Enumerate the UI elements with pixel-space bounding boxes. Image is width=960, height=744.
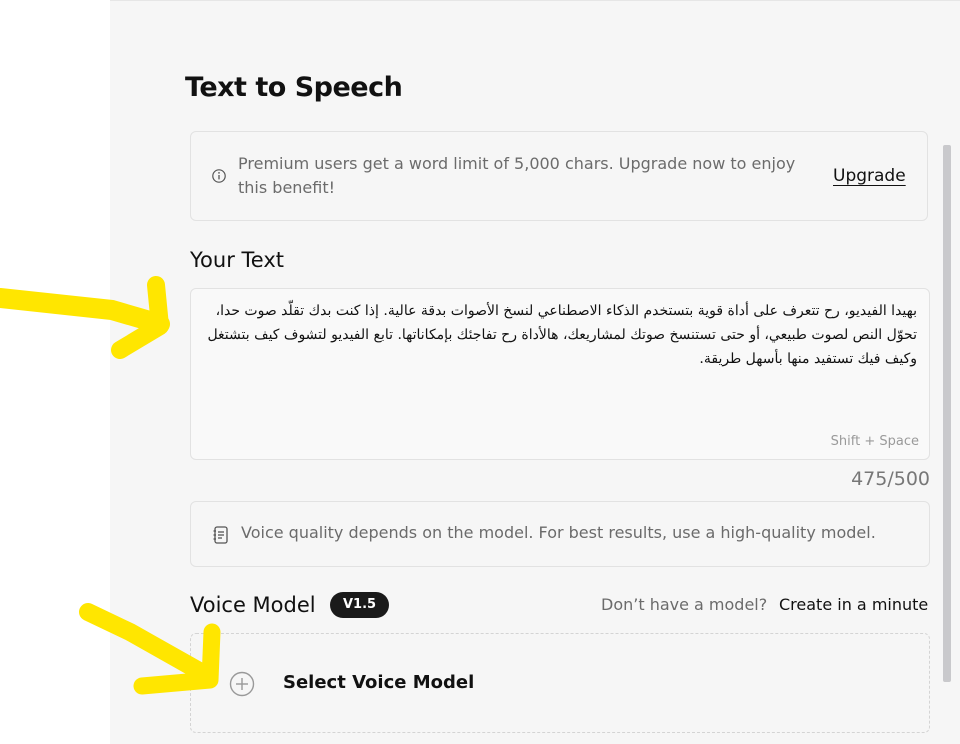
document-icon xyxy=(213,526,228,544)
plus-circle-icon xyxy=(229,671,255,697)
select-voice-model-button[interactable]: Select Voice Model xyxy=(190,633,930,733)
text-input[interactable]: بهيدا الفيديو، رح تتعرف على أداة قوية بت… xyxy=(190,288,930,460)
version-badge: V1.5 xyxy=(330,592,390,618)
create-model-link[interactable]: Create in a minute xyxy=(779,595,928,614)
select-voice-model-label: Select Voice Model xyxy=(283,672,475,693)
info-icon xyxy=(212,169,226,183)
shortcut-hint: Shift + Space xyxy=(830,434,919,449)
premium-notice: Premium users get a word limit of 5,000 … xyxy=(190,131,928,221)
upgrade-link[interactable]: Upgrade xyxy=(833,166,906,186)
scrollbar-thumb[interactable] xyxy=(943,145,951,682)
page-title: Text to Speech xyxy=(185,72,403,103)
quality-notice-text: Voice quality depends on the model. For … xyxy=(241,523,876,542)
your-text-label: Your Text xyxy=(190,248,284,272)
quality-notice: Voice quality depends on the model. For … xyxy=(190,501,930,567)
char-counter: 475/500 xyxy=(851,468,930,490)
text-input-value[interactable]: بهيدا الفيديو، رح تتعرف على أداة قوية بت… xyxy=(207,299,917,371)
voice-model-label: Voice Model xyxy=(190,593,316,617)
premium-notice-text: Premium users get a word limit of 5,000 … xyxy=(238,154,796,197)
no-model-text: Don’t have a model? xyxy=(601,595,768,614)
